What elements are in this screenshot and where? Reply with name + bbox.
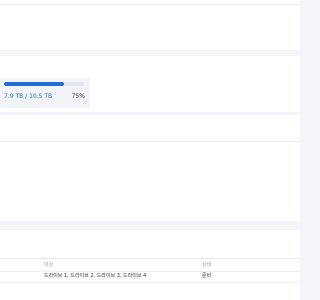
storage-usage-bar-fill: [4, 82, 64, 86]
divider: [0, 141, 300, 142]
top-panel-header: [0, 0, 300, 5]
column-header-status[interactable]: 상태: [202, 261, 242, 270]
storage-usage-panel: 7.9 TB / 10.5 TB 75%: [0, 56, 300, 112]
divider: [0, 258, 300, 259]
middle-panel: [0, 115, 300, 221]
divider: [0, 282, 300, 283]
column-header-target[interactable]: 대상: [44, 261, 164, 270]
storage-usage-card: 7.9 TB / 10.5 TB 75%: [0, 78, 90, 108]
drive-table-panel: 대상 상태 드라이브 1, 드라이브 2, 드라이브 3, 드라이브 4 준비: [0, 230, 300, 300]
storage-usage-bar: [4, 82, 84, 86]
top-panel: [0, 0, 300, 50]
storage-percent-text: 75%: [71, 93, 85, 100]
middle-panel-header: [0, 115, 300, 120]
table-row-target[interactable]: 드라이브 1, 드라이브 2, 드라이브 3, 드라이브 4: [44, 272, 194, 281]
table-row-status[interactable]: 준비: [202, 272, 242, 281]
